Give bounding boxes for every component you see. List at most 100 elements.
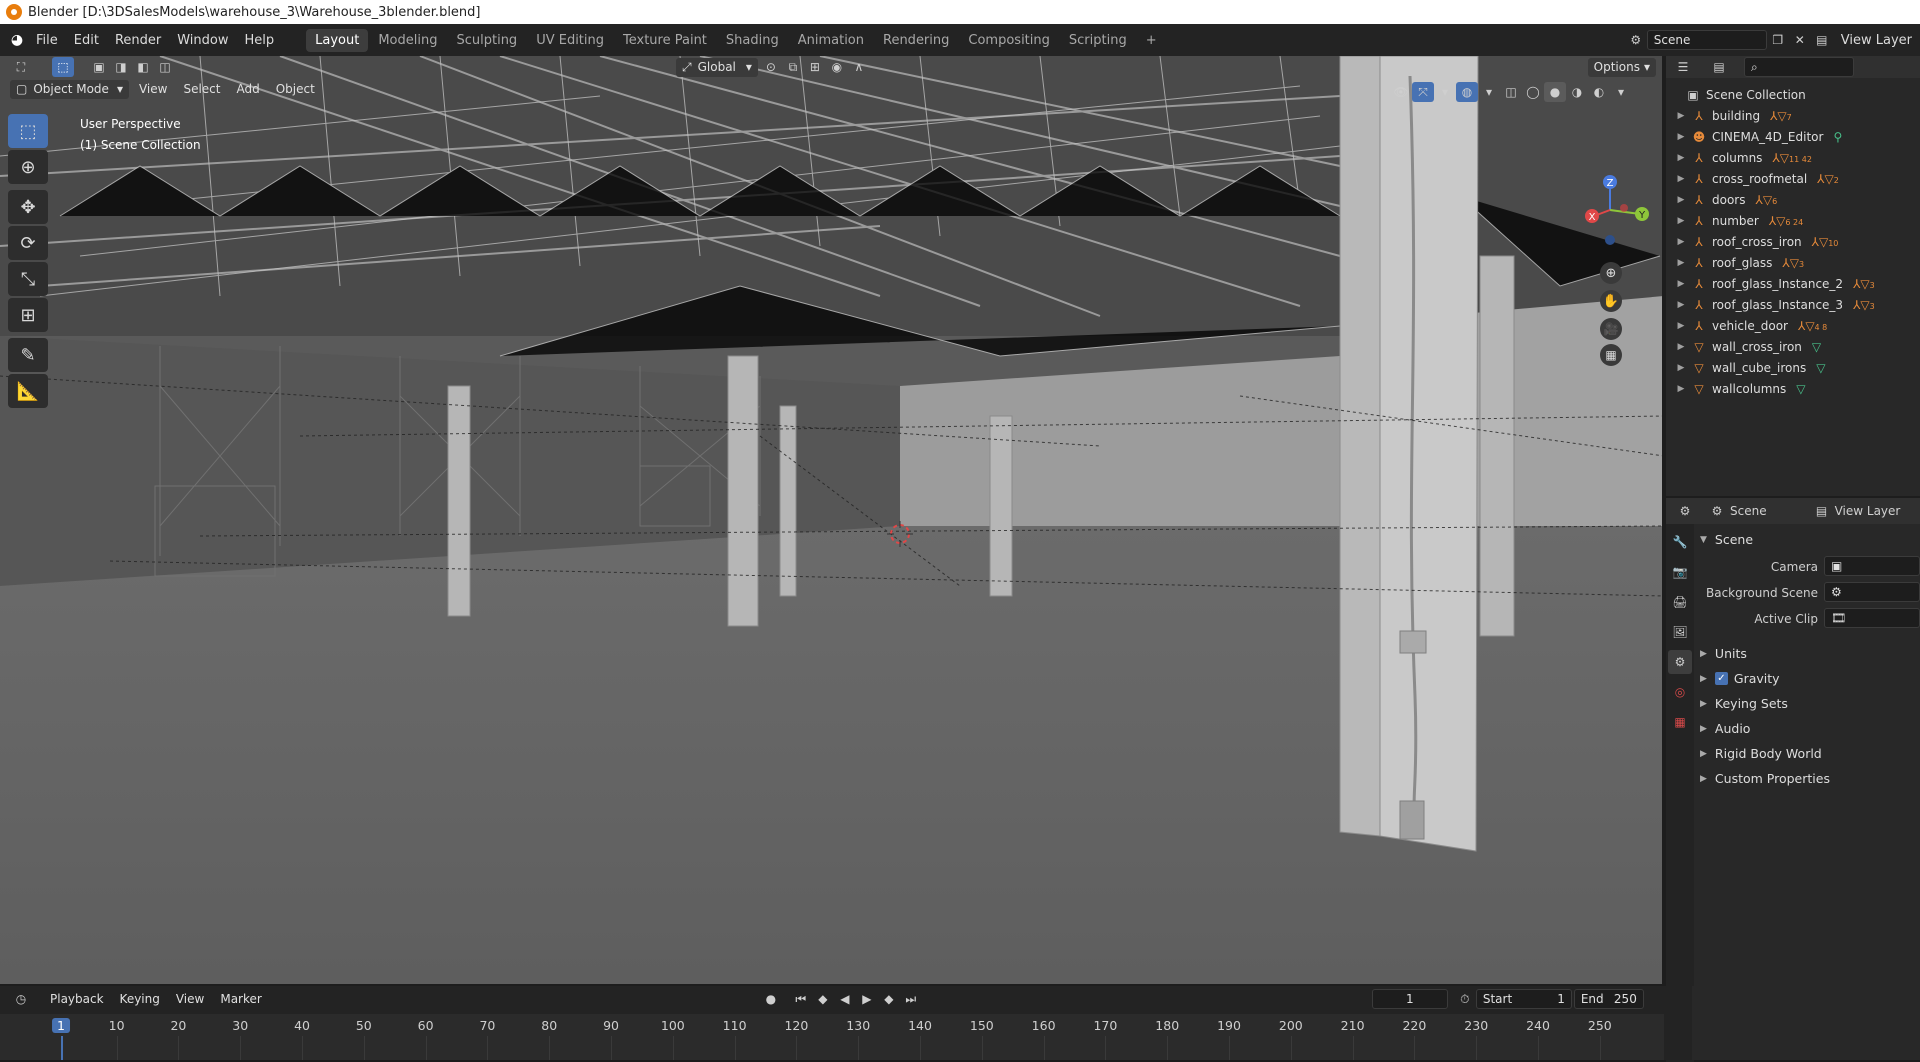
falloff-icon[interactable]: ∧ [848, 57, 870, 77]
gravity-section[interactable]: ▶ ✓ Gravity [1700, 671, 1780, 686]
camera-field[interactable]: ▣ [1824, 556, 1920, 576]
scale-tool-icon[interactable]: ⤡ [8, 262, 48, 296]
outliner-editor-icon[interactable]: ☰ [1672, 57, 1694, 77]
expand-arrow-icon[interactable]: ▶ [1674, 216, 1688, 226]
snap-target-icon[interactable]: ⊞ [804, 57, 826, 77]
menu-timeline-view[interactable]: View [168, 992, 212, 1006]
add-workspace-button[interactable]: + [1137, 29, 1166, 52]
tab-compositing[interactable]: Compositing [959, 29, 1059, 52]
zoom-icon[interactable]: ⊕ [1600, 262, 1622, 284]
expand-arrow-icon[interactable]: ▶ [1674, 174, 1688, 184]
expand-arrow-icon[interactable]: ▶ [1674, 363, 1688, 373]
outliner-item-children-badge[interactable]: ▽ [1812, 340, 1821, 354]
select-mode-extend-icon[interactable]: ◨ [110, 57, 132, 77]
outliner-item[interactable]: ▶ ⅄ vehicle_door ⅄▽4 8 [1666, 315, 1920, 336]
outliner-item[interactable]: ▶ ⅄ roof_glass_Instance_3 ⅄▽3 [1666, 294, 1920, 315]
view-layer-tab-icon[interactable]: 🖼 [1668, 620, 1692, 644]
tab-modeling[interactable]: Modeling [369, 29, 446, 52]
chevron-down-icon[interactable]: ▾ [1610, 82, 1632, 102]
units-section[interactable]: ▶ Units [1700, 646, 1747, 661]
expand-arrow-icon[interactable]: ▶ [1674, 195, 1688, 205]
play-reverse-icon[interactable]: ◀ [834, 989, 856, 1009]
camera-view-icon[interactable]: 🎥 [1600, 318, 1622, 340]
menu-select[interactable]: Select [175, 82, 228, 96]
outliner-item[interactable]: ▶ ⅄ roof_glass ⅄▽3 [1666, 252, 1920, 273]
outliner-item-children-badge[interactable]: ▽ [1816, 361, 1825, 375]
menu-window[interactable]: Window [169, 33, 236, 48]
material-shading-icon[interactable]: ◑ [1566, 82, 1588, 102]
outliner-item-children-badge[interactable]: ⅄▽11 42 [1772, 151, 1811, 165]
tab-animation[interactable]: Animation [789, 29, 873, 52]
tool-tab-icon[interactable]: 🔧 [1668, 530, 1692, 554]
outliner-item-children-badge[interactable]: ⚲ [1833, 130, 1842, 144]
new-scene-icon[interactable]: ❐ [1767, 30, 1789, 50]
outliner-item-children-badge[interactable]: ⅄▽6 [1756, 193, 1778, 207]
menu-edit[interactable]: Edit [66, 33, 107, 48]
expand-arrow-icon[interactable]: ▶ [1674, 153, 1688, 163]
outliner-item-children-badge[interactable]: ⅄▽3 [1853, 277, 1875, 291]
rigid-body-world-section[interactable]: ▶ Rigid Body World [1700, 746, 1822, 761]
expand-arrow-icon[interactable]: ▶ [1674, 300, 1688, 310]
annotate-tool-icon[interactable]: ✎ [8, 338, 48, 372]
options-button[interactable]: Options ▾ [1587, 57, 1656, 77]
prev-keyframe-icon[interactable]: ◆ [812, 989, 834, 1009]
outliner-item[interactable]: ▶ ▽ wall_cross_iron ▽ [1666, 336, 1920, 357]
preview-range-icon[interactable]: ⏱ [1454, 989, 1476, 1009]
outliner-item[interactable]: ▶ ⅄ roof_glass_Instance_2 ⅄▽3 [1666, 273, 1920, 294]
expand-arrow-icon[interactable]: ▶ [1674, 342, 1688, 352]
outliner-item[interactable]: ▶ ▽ wall_cube_irons ▽ [1666, 357, 1920, 378]
current-frame-field[interactable]: 1 [1371, 989, 1448, 1009]
outliner-item[interactable]: ▶ ⅄ doors ⅄▽6 [1666, 189, 1920, 210]
expand-arrow-icon[interactable]: ▶ [1674, 111, 1688, 121]
menu-help[interactable]: Help [237, 33, 283, 48]
active-clip-field[interactable]: 🎞 [1824, 608, 1920, 628]
scene-tab-icon[interactable]: ⚙ [1668, 650, 1692, 674]
tab-shading[interactable]: Shading [717, 29, 788, 52]
overlay-toggle-icon[interactable]: ◍ [1456, 82, 1478, 102]
expand-arrow-icon[interactable]: ▶ [1674, 279, 1688, 289]
gravity-checkbox[interactable]: ✓ [1714, 672, 1728, 685]
jump-start-icon[interactable]: ⏮ [790, 989, 812, 1009]
menu-add[interactable]: Add [228, 82, 267, 96]
select-mode-new-icon[interactable]: ▣ [88, 57, 110, 77]
scene-panel-header[interactable]: ▼ Scene [1700, 532, 1753, 547]
outliner-item[interactable]: ▶ ⅄ columns ⅄▽11 42 [1666, 147, 1920, 168]
outliner-item[interactable]: ▶ ⅄ building ⅄▽7 [1666, 105, 1920, 126]
expand-arrow-icon[interactable]: ▶ [1674, 321, 1688, 331]
expand-arrow-icon[interactable]: ▶ [1674, 132, 1688, 142]
chevron-down-icon[interactable]: ▾ [1434, 82, 1456, 102]
outliner-item[interactable]: ▶ ☻ CINEMA_4D_Editor ⚲ [1666, 126, 1920, 147]
world-tab-icon[interactable]: ◎ [1668, 680, 1692, 704]
perspective-grid-icon[interactable]: ▦ [1600, 344, 1622, 366]
select-mode-subtract-icon[interactable]: ◧ [132, 57, 154, 77]
select-tool-icon[interactable]: ⬚ [8, 114, 48, 148]
play-icon[interactable]: ▶ [856, 989, 878, 1009]
blender-menu-icon[interactable]: ◕ [6, 30, 28, 50]
outliner-item[interactable]: ▶ ⅄ roof_cross_iron ⅄▽10 [1666, 231, 1920, 252]
end-frame-field[interactable]: End 250 [1573, 989, 1644, 1009]
menu-keying[interactable]: Keying [112, 992, 168, 1006]
proportional-edit-icon[interactable]: ◉ [826, 57, 848, 77]
timeline-ruler[interactable]: 1 10 20 30 40 50 60 70 80 90 100 110 120 130 140 150 160… [0, 1014, 1664, 1060]
delete-scene-icon[interactable]: ✕ [1789, 30, 1811, 50]
tab-scripting[interactable]: Scripting [1060, 29, 1136, 52]
properties-editor-icon[interactable]: ⚙ [1674, 501, 1696, 521]
menu-file[interactable]: File [28, 33, 66, 48]
pivot-point-icon[interactable]: ⊙ [760, 57, 782, 77]
navigation-gizmo[interactable]: Z Y X ⊕ ✋ 🎥 ▦ [1564, 112, 1654, 372]
menu-render[interactable]: Render [107, 33, 169, 48]
outliner-item[interactable]: ▶ ▽ wallcolumns ▽ [1666, 378, 1920, 399]
xray-icon[interactable]: ◫ [1500, 82, 1522, 102]
jump-end-icon[interactable]: ⏭ [900, 989, 922, 1009]
background-scene-field[interactable]: ⚙ [1824, 582, 1920, 602]
solid-shading-icon[interactable]: ● [1544, 82, 1566, 102]
keying-sets-section[interactable]: ▶ Keying Sets [1700, 696, 1788, 711]
rotate-tool-icon[interactable]: ⟳ [8, 226, 48, 260]
menu-marker[interactable]: Marker [212, 992, 269, 1006]
custom-properties-section[interactable]: ▶ Custom Properties [1700, 771, 1830, 786]
menu-view[interactable]: View [131, 82, 175, 96]
texture-tab-icon[interactable]: ▦ [1668, 710, 1692, 734]
transform-orientation-dropdown[interactable]: ⤢ Global ▾ [676, 57, 758, 77]
outliner-item[interactable]: ▶ ⅄ cross_roofmetal ⅄▽2 [1666, 168, 1920, 189]
transform-tool-icon[interactable]: ⊞ [8, 298, 48, 332]
